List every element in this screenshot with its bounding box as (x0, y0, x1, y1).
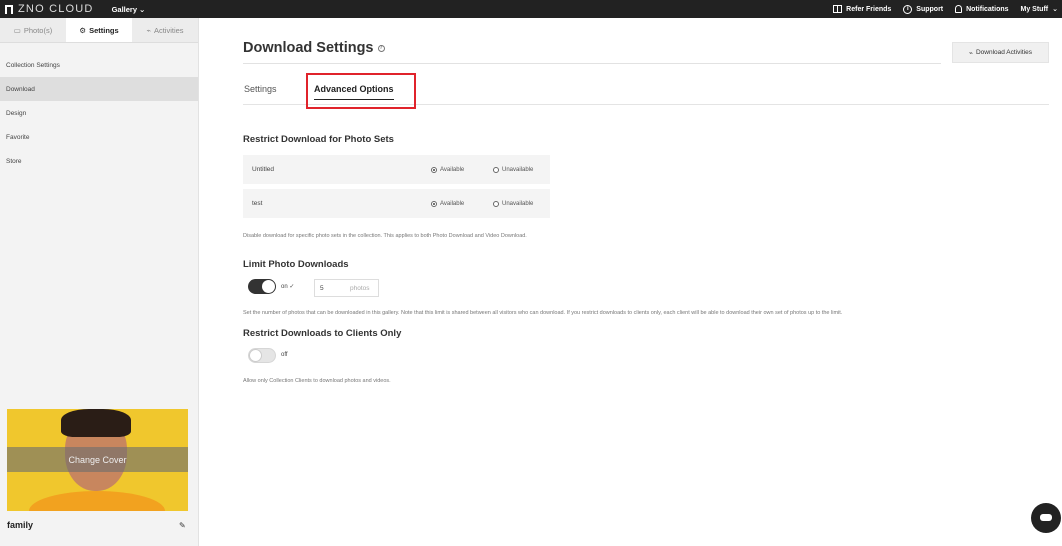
download-activities-label: Download Activities (975, 49, 1032, 56)
chat-icon (1040, 514, 1052, 521)
tab-activities[interactable]: ⌁ Activities (132, 18, 198, 42)
chevron-down-icon: ⌄ (1052, 6, 1058, 13)
collection-name: family (7, 520, 34, 530)
pencil-icon[interactable]: ✎ (179, 522, 187, 530)
tab-photos[interactable]: ▭ Photo(s) (0, 18, 66, 42)
available-radio[interactable]: Available (431, 166, 465, 173)
logo-text: ZNO CLOUD (18, 3, 94, 15)
radio-unselected-icon (493, 166, 499, 173)
limit-downloads-toggle[interactable] (248, 279, 276, 294)
restrict-photo-sets-title: Restrict Download for Photo Sets (243, 134, 394, 145)
support-link[interactable]: i Support (903, 4, 944, 14)
photo-sets-help-text: Disable download for specific photo sets… (243, 233, 527, 239)
page-title: Download Settings ? (243, 40, 385, 56)
help-icon[interactable]: ? (377, 44, 385, 52)
logo-mark-icon (5, 4, 13, 14)
limit-help-text: Set the number of photos that can be dow… (243, 310, 843, 316)
chat-button[interactable] (1031, 503, 1061, 533)
notifications-link[interactable]: Notifications (955, 5, 1009, 13)
photo-limit-input[interactable]: 5 photos (314, 279, 379, 297)
restrict-clients-title: Restrict Downloads to Clients Only (243, 328, 402, 339)
download-activities-button[interactable]: ⌁ Download Activities (952, 42, 1049, 63)
check-icon: ✓ (289, 284, 295, 290)
title-divider (243, 63, 941, 64)
toggle-knob (249, 349, 262, 362)
refer-friends-label: Refer Friends (846, 5, 892, 13)
limit-downloads-title: Limit Photo Downloads (243, 259, 349, 270)
cover-image[interactable]: Change Cover (7, 409, 188, 511)
photo-set-row: test Available Unavailable (243, 189, 550, 218)
photo-set-row: Untitled Available Unavailable (243, 155, 550, 184)
refer-friends-link[interactable]: Refer Friends (833, 5, 891, 13)
sidebar-item-favorite[interactable]: Favorite (0, 125, 198, 149)
notifications-label: Notifications (966, 5, 1009, 13)
unavailable-label: Unavailable (502, 166, 534, 173)
photo-limit-value: 5 (320, 285, 324, 292)
limit-toggle-label: on (281, 284, 288, 290)
my-stuff-label: My Stuff (1020, 5, 1049, 13)
settings-menu: Collection Settings Download Design Favo… (0, 53, 198, 173)
sidebar-item-design[interactable]: Design (0, 101, 198, 125)
unavailable-label: Unavailable (502, 200, 534, 207)
radio-selected-icon (431, 166, 437, 173)
tab-settings-label: Settings (89, 25, 119, 35)
page-title-text: Download Settings (243, 40, 374, 56)
gallery-menu[interactable]: Gallery ⌄ (112, 5, 146, 14)
clients-only-toggle[interactable] (248, 348, 276, 363)
rss-icon: ⌁ (969, 49, 973, 57)
advanced-options-highlight (306, 73, 416, 109)
gallery-label: Gallery (111, 4, 138, 14)
top-bar: ZNO CLOUD Gallery ⌄ Refer Friends i Supp… (0, 0, 1062, 18)
logo[interactable]: ZNO CLOUD (5, 3, 94, 15)
photo-set-name: Untitled (252, 166, 275, 173)
sidebar-item-download[interactable]: Download (0, 77, 198, 101)
unavailable-radio[interactable]: Unavailable (493, 200, 534, 207)
rss-icon: ⌁ (146, 25, 151, 35)
sidebar-tabs: ▭ Photo(s) ⚙ Settings ⌁ Activities (0, 18, 198, 43)
photo-icon: ▭ (13, 25, 21, 35)
tab-activities-label: Activities (153, 25, 184, 35)
radio-selected-icon (431, 200, 437, 207)
top-navigation: Refer Friends i Support Notifications My… (833, 4, 1062, 14)
main-content: Download Settings ? ⌁ Download Activitie… (243, 18, 1049, 546)
cover-shirt-shape (29, 491, 165, 511)
sidebar: ▭ Photo(s) ⚙ Settings ⌁ Activities Colle… (0, 18, 199, 546)
tab-photos-label: Photo(s) (23, 25, 53, 35)
change-cover-button[interactable]: Change Cover (7, 447, 188, 472)
available-label: Available (440, 200, 465, 207)
tab-settings[interactable]: ⚙ Settings (66, 18, 132, 42)
unavailable-radio[interactable]: Unavailable (493, 166, 534, 173)
support-label: Support (916, 5, 944, 13)
sidebar-item-collection-settings[interactable]: Collection Settings (0, 53, 198, 77)
radio-unselected-icon (493, 200, 499, 207)
photo-limit-unit: photos (350, 285, 370, 292)
cover-hair-shape (61, 409, 131, 437)
limit-toggle-state: on ✓ (281, 283, 294, 290)
available-label: Available (440, 166, 465, 173)
available-radio[interactable]: Available (431, 200, 465, 207)
chevron-down-icon: ⌄ (139, 4, 146, 14)
gear-icon: ⚙ (79, 25, 87, 35)
tab-settings-main[interactable]: Settings (244, 84, 277, 94)
my-stuff-menu[interactable]: My Stuff ⌄ (1020, 5, 1058, 14)
gift-icon (833, 5, 843, 13)
photo-set-name: test (252, 200, 263, 207)
clients-toggle-label: off (281, 352, 288, 358)
info-icon: i (903, 4, 913, 14)
clients-help-text: Allow only Collection Clients to downloa… (243, 378, 391, 384)
toggle-knob (262, 280, 275, 293)
bell-icon (955, 5, 963, 13)
sidebar-item-store[interactable]: Store (0, 149, 198, 173)
